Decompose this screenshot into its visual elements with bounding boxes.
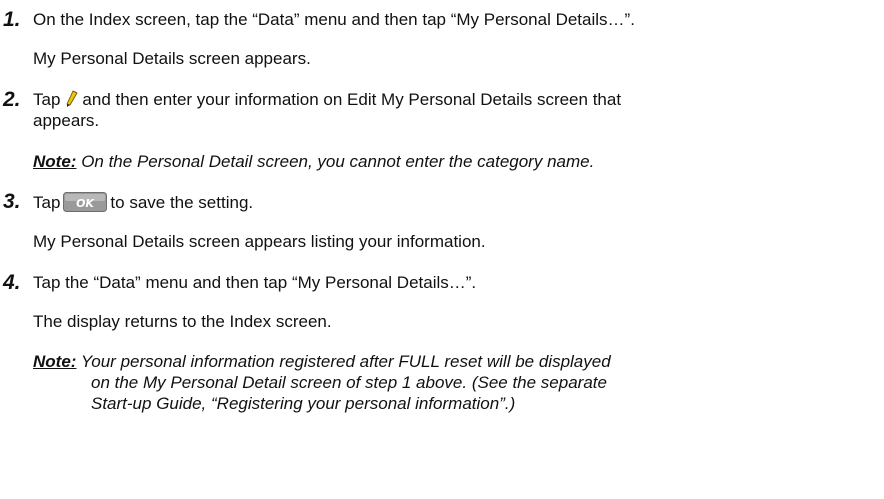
step-3-instruction: Tap OK to save the setting. bbox=[33, 192, 253, 213]
ok-button-icon: OK bbox=[63, 192, 108, 212]
step-3-instruction-rest: to save the setting. bbox=[110, 193, 254, 212]
step-4-note-line2: on the My Personal Detail screen of step… bbox=[91, 373, 607, 392]
step-2-note-text: On the Personal Detail screen, you canno… bbox=[81, 152, 595, 171]
step-4-note-text-1: Your personal information registered aft… bbox=[80, 352, 611, 371]
step-4-instruction: Tap the “Data” menu and then tap “My Per… bbox=[33, 273, 477, 292]
step-3-tap-word: Tap bbox=[33, 193, 61, 212]
step-2-note-label: Note: bbox=[33, 152, 77, 171]
ok-button-label: OK bbox=[76, 197, 95, 210]
step-1-result: My Personal Details screen appears. bbox=[33, 49, 311, 68]
step-4-result: The display returns to the Index screen. bbox=[33, 312, 332, 331]
step-4-note-line3: Start-up Guide, “Registering your person… bbox=[91, 394, 516, 413]
step-2-instruction-line2: appears. bbox=[33, 111, 100, 130]
step-4-number: 4. bbox=[3, 271, 21, 294]
step-1-number: 1. bbox=[3, 8, 21, 31]
step-2-instruction-line1: Tap and then enter your information on E… bbox=[33, 90, 621, 110]
step-1-instruction: On the Index screen, tap the “Data” menu… bbox=[33, 10, 635, 29]
edit-pencil-icon bbox=[64, 90, 79, 108]
step-3-number: 3. bbox=[3, 190, 21, 213]
step-3-result: My Personal Details screen appears listi… bbox=[33, 232, 486, 251]
step-2-tap-word: Tap bbox=[33, 90, 61, 109]
step-2-instruction-rest: and then enter your information on Edit … bbox=[82, 90, 622, 109]
step-2-note: Note: On the Personal Detail screen, you… bbox=[33, 152, 594, 172]
step-4-note-line1: Note: Your personal information register… bbox=[33, 352, 611, 372]
step-2-number: 2. bbox=[3, 88, 21, 111]
step-4-note-label: Note: bbox=[33, 352, 77, 371]
